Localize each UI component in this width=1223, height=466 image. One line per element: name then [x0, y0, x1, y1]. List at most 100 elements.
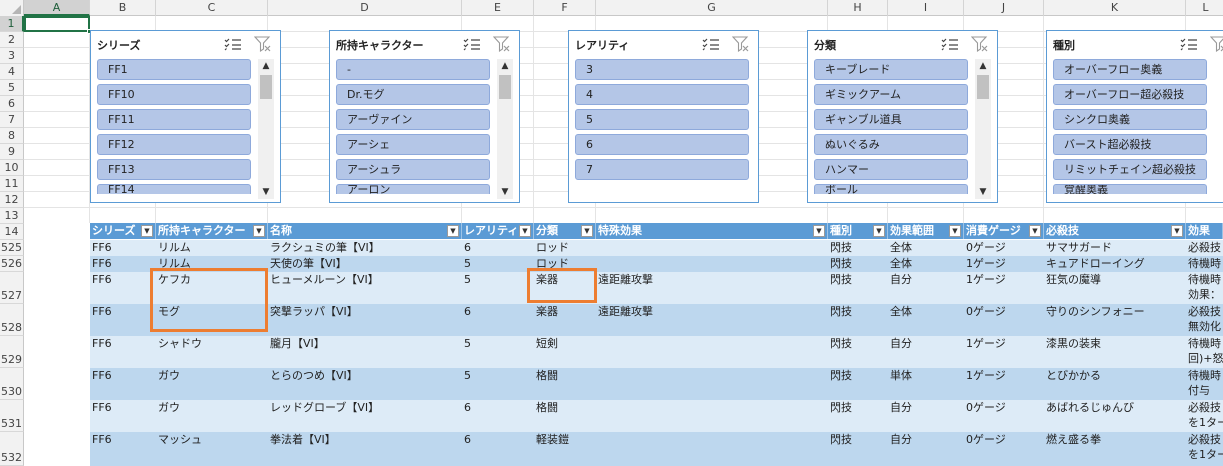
cell-rarity[interactable]: 5 — [462, 272, 534, 287]
slicer-item[interactable]: FF12 — [97, 134, 251, 155]
filter-dropdown-icon[interactable]: ▼ — [253, 225, 265, 237]
slicer-type[interactable]: 種別 オーバーフロー奥義 オーバーフロー超必殺技 シンクロ奥義 バースト超必殺技… — [1046, 30, 1223, 203]
selected-cell-a1[interactable] — [24, 16, 92, 34]
slicer-item[interactable]: FF14 — [97, 184, 251, 194]
table-header-cell[interactable]: 名称 ▼ — [268, 223, 462, 239]
column-header-c[interactable]: C — [156, 0, 268, 16]
filter-dropdown-icon[interactable]: ▼ — [141, 225, 153, 237]
cell-category[interactable]: 格闘 — [534, 400, 596, 415]
column-header-a[interactable]: A — [24, 0, 90, 16]
cell-character[interactable]: シャドウ — [156, 336, 268, 351]
column-header-j[interactable]: J — [964, 0, 1044, 16]
row-header-6[interactable]: 6 — [0, 96, 24, 112]
cell-category[interactable]: 軽装鎧 — [534, 432, 596, 447]
cell-rarity[interactable]: 6 — [462, 240, 534, 255]
cell-character[interactable]: マッシュ — [156, 432, 268, 447]
cell-range[interactable]: 自分 — [888, 432, 964, 447]
cell-series[interactable]: FF6 — [90, 304, 156, 319]
scroll-up-icon[interactable]: ▲ — [497, 59, 513, 73]
cell-gauge[interactable]: 0ゲージ — [964, 304, 1044, 319]
row-header-11[interactable]: 11 — [0, 176, 24, 192]
cell-gauge[interactable]: 1ゲージ — [964, 272, 1044, 287]
slicer-item[interactable]: 4 — [575, 84, 749, 105]
table-header-cell[interactable]: 種別 ▼ — [828, 223, 888, 239]
row-header-7[interactable]: 7 — [0, 112, 24, 128]
table-header-cell[interactable]: 効果範囲 ▼ — [888, 223, 964, 239]
slicer-item[interactable]: FF13 — [97, 159, 251, 180]
slicer-item[interactable]: オーバーフロー奥義 — [1053, 59, 1207, 80]
cell-range[interactable]: 自分 — [888, 400, 964, 415]
cell-category[interactable]: 短剣 — [534, 336, 596, 351]
cell-special-effect[interactable]: 遠距離攻撃 — [596, 304, 828, 319]
clear-filter-icon[interactable] — [254, 36, 272, 52]
slicer-item[interactable]: アーヴァイン — [336, 109, 490, 130]
clear-filter-icon[interactable] — [732, 36, 750, 52]
cell-effect[interactable]: 必殺技 無効化 — [1186, 304, 1223, 334]
filter-dropdown-icon[interactable]: ▼ — [519, 225, 531, 237]
clear-filter-icon[interactable] — [1210, 36, 1223, 52]
table-header-cell[interactable]: 効果 — [1186, 223, 1223, 239]
select-all-corner[interactable] — [0, 0, 24, 16]
row-header-13[interactable]: 13 — [0, 208, 24, 224]
filter-dropdown-icon[interactable]: ▼ — [1171, 225, 1183, 237]
multi-select-icon[interactable] — [224, 37, 242, 51]
cell-skill[interactable]: キュアドローイング — [1044, 256, 1186, 271]
cell-range[interactable]: 全体 — [888, 256, 964, 271]
scrollbar-thumb[interactable] — [977, 75, 989, 99]
cell-type[interactable]: 閃技 — [828, 304, 888, 319]
column-header-b[interactable]: B — [90, 0, 156, 16]
cell-range[interactable]: 全体 — [888, 240, 964, 255]
slicer-item[interactable]: リミットチェイン超必殺技 — [1053, 159, 1207, 180]
row-header-12[interactable]: 12 — [0, 192, 24, 208]
cell-gauge[interactable]: 1ゲージ — [964, 336, 1044, 351]
cell-skill[interactable]: 燃え盛る拳 — [1044, 432, 1186, 447]
column-header-f[interactable]: F — [534, 0, 596, 16]
row-header-527[interactable]: 527 — [0, 272, 24, 304]
row-header-2[interactable]: 2 — [0, 32, 24, 48]
cell-category[interactable]: 楽器 — [534, 304, 596, 319]
cell-special-effect[interactable]: 遠距離攻撃 — [596, 272, 828, 287]
scrollbar-thumb[interactable] — [260, 75, 272, 99]
column-header-g[interactable]: G — [596, 0, 828, 16]
column-header-d[interactable]: D — [268, 0, 462, 16]
filter-dropdown-icon[interactable]: ▼ — [949, 225, 961, 237]
row-header-9[interactable]: 9 — [0, 144, 24, 160]
row-header-10[interactable]: 10 — [0, 160, 24, 176]
cell-range[interactable]: 単体 — [888, 368, 964, 383]
cell-effect[interactable]: 必殺技 を1ター — [1186, 432, 1223, 462]
slicer-item[interactable]: シンクロ奥義 — [1053, 109, 1207, 130]
cell-name[interactable]: 朧月【VI】 — [268, 336, 462, 351]
row-header-14[interactable]: 14 — [0, 224, 24, 240]
slicer-item[interactable]: FF11 — [97, 109, 251, 130]
slicer-item[interactable]: ギミックアーム — [814, 84, 968, 105]
cell-name[interactable]: 突撃ラッパ【VI】 — [268, 304, 462, 319]
cell-type[interactable]: 閃技 — [828, 256, 888, 271]
cell-gauge[interactable]: 0ゲージ — [964, 400, 1044, 415]
multi-select-icon[interactable] — [702, 37, 720, 51]
slicer-rarity[interactable]: レアリティ 3 4 5 6 7 — [568, 30, 759, 203]
row-header-1[interactable]: 1 — [0, 16, 24, 32]
row-header-8[interactable]: 8 — [0, 128, 24, 144]
cell-effect[interactable]: 必殺技 を1ター — [1186, 400, 1223, 430]
cell-type[interactable]: 閃技 — [828, 432, 888, 447]
filter-dropdown-icon[interactable]: ▼ — [581, 225, 593, 237]
multi-select-icon[interactable] — [1180, 37, 1198, 51]
table-header-cell[interactable]: 必殺技 ▼ — [1044, 223, 1186, 239]
cell-series[interactable]: FF6 — [90, 432, 156, 447]
cell-rarity[interactable]: 5 — [462, 256, 534, 271]
cell-range[interactable]: 自分 — [888, 272, 964, 287]
table-header-cell[interactable]: レアリティ ▼ — [462, 223, 534, 239]
cell-skill[interactable]: あばれるじゅんび — [1044, 400, 1186, 415]
cell-character[interactable]: ガウ — [156, 400, 268, 415]
row-header-528[interactable]: 528 — [0, 304, 24, 336]
slicer-category[interactable]: 分類 キーブレード ギミックアーム ギャンブル道具 ぬいぐるみ ハンマー ボール… — [807, 30, 998, 203]
slicer-item[interactable]: FF1 — [97, 59, 251, 80]
scroll-down-icon[interactable]: ▼ — [497, 185, 513, 199]
filter-dropdown-icon[interactable]: ▼ — [1029, 225, 1041, 237]
filter-dropdown-icon[interactable]: ▼ — [873, 225, 885, 237]
slicer-item[interactable]: 覚醒奥義 — [1053, 184, 1207, 194]
column-header-k[interactable]: K — [1044, 0, 1186, 16]
row-header-531[interactable]: 531 — [0, 400, 24, 432]
cell-name[interactable]: とらのつめ【VI】 — [268, 368, 462, 383]
cell-range[interactable]: 自分 — [888, 336, 964, 351]
